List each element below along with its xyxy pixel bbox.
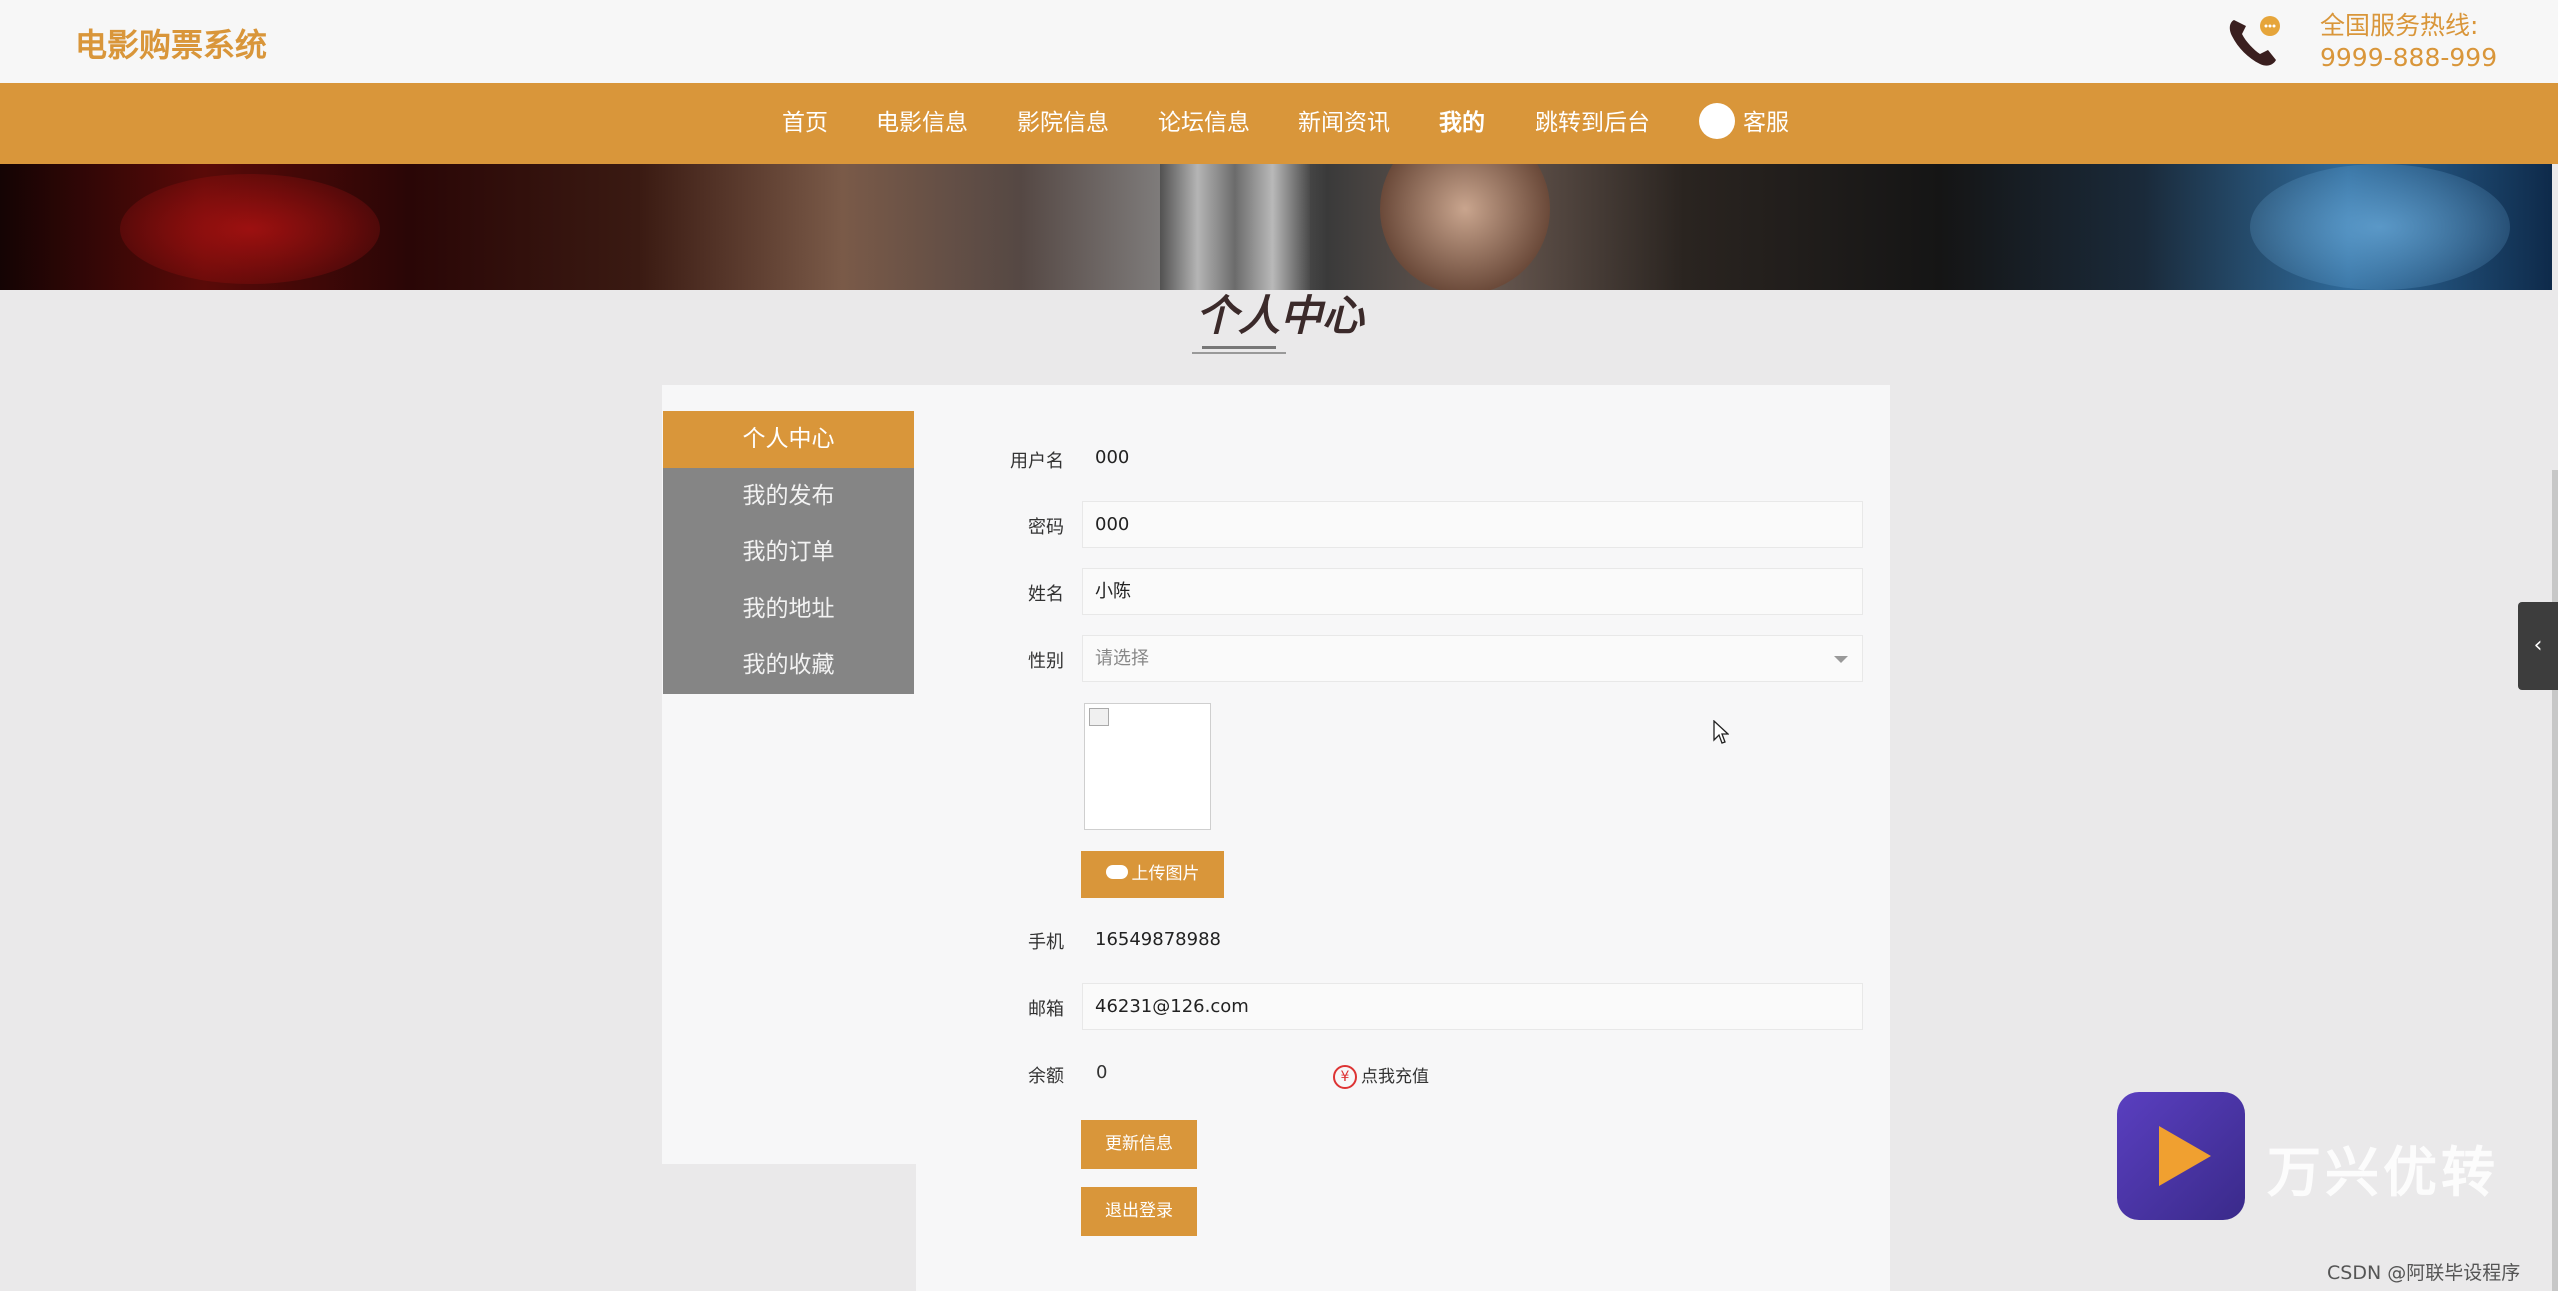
hotline-label: 全国服务热线:	[2320, 11, 2479, 40]
name-label: 姓名	[1028, 584, 1064, 605]
nav-item-service[interactable]: 客服	[1699, 83, 1789, 164]
top-header: 电影购票系统 全国服务热线: 9999-888-999	[0, 0, 2558, 83]
recharge-link[interactable]: ¥ 点我充值	[1333, 1062, 1429, 1089]
sidebar-item-address[interactable]: 我的地址	[663, 580, 914, 637]
balance-label: 余额	[1028, 1066, 1064, 1087]
name-field[interactable]: 小陈	[1082, 568, 1863, 615]
nav-item-news[interactable]: 新闻资讯	[1298, 83, 1390, 164]
scrollbar[interactable]	[2552, 470, 2558, 1291]
site-title[interactable]: 电影购票系统	[75, 20, 267, 66]
title-underline	[1192, 352, 1286, 354]
sidebar-item-favorites[interactable]: 我的收藏	[663, 637, 914, 694]
password-field[interactable]: 000	[1082, 501, 1863, 548]
sidebar-item-profile[interactable]: 个人中心	[663, 411, 914, 468]
watermark-logo	[2117, 1092, 2245, 1220]
upload-image-label: 上传图片	[1131, 864, 1200, 884]
broken-image-icon	[1089, 708, 1109, 726]
watermark-text: 万兴优转	[2267, 1141, 2499, 1204]
email-label: 邮箱	[1028, 999, 1064, 1020]
update-info-button[interactable]: 更新信息	[1081, 1120, 1197, 1169]
gender-select[interactable]: 请选择	[1082, 635, 1863, 682]
username-field[interactable]: 000	[1082, 434, 1863, 481]
phone-field[interactable]: 16549878988	[1082, 916, 1863, 963]
nav-item-forum[interactable]: 论坛信息	[1158, 83, 1250, 164]
phone-icon	[2229, 16, 2280, 66]
upload-image-button[interactable]: 上传图片	[1081, 851, 1224, 898]
nav-item-movies[interactable]: 电影信息	[876, 83, 968, 164]
avatar-preview	[1084, 703, 1211, 830]
chevron-down-icon	[1834, 656, 1848, 663]
balance-value: 0	[1096, 1062, 1108, 1083]
username-label: 用户名	[1010, 451, 1064, 472]
email-field[interactable]: 46231@126.com	[1082, 983, 1863, 1030]
csdn-credit: CSDN @阿联毕设程序	[2327, 1262, 2521, 1284]
page-title: 个人中心	[1195, 291, 1364, 340]
password-label: 密码	[1028, 517, 1064, 538]
mouse-cursor-icon	[1713, 720, 1729, 744]
nav-item-admin[interactable]: 跳转到后台	[1535, 83, 1650, 164]
wechat-icon	[1699, 102, 1735, 139]
hotline-number: 9999-888-999	[2320, 43, 2498, 72]
user-sidebar: 个人中心 我的发布 我的订单 我的地址 我的收藏	[663, 411, 914, 694]
phone-label: 手机	[1028, 932, 1064, 953]
yen-icon: ¥	[1333, 1065, 1357, 1089]
gender-label: 性别	[1028, 651, 1064, 672]
title-underline	[1202, 346, 1276, 349]
sidebar-item-posts[interactable]: 我的发布	[663, 467, 914, 524]
gender-placeholder: 请选择	[1095, 648, 1149, 669]
nav-item-mine[interactable]: 我的	[1439, 83, 1485, 164]
nav-item-cinemas[interactable]: 影院信息	[1017, 83, 1109, 164]
logout-button[interactable]: 退出登录	[1081, 1187, 1197, 1236]
nav-item-home[interactable]: 首页	[782, 83, 828, 164]
recharge-label: 点我充值	[1361, 1067, 1429, 1087]
chevron-left-icon[interactable]: ‹	[2518, 602, 2558, 690]
banner-image	[0, 164, 2552, 290]
sidebar-item-orders[interactable]: 我的订单	[663, 524, 914, 581]
hotline: 全国服务热线: 9999-888-999	[2320, 10, 2497, 74]
main-nav: 首页 电影信息 影院信息 论坛信息 新闻资讯 我的 跳转到后台 客服	[0, 83, 2558, 164]
cloud-upload-icon	[1105, 865, 1128, 879]
nav-item-service-label: 客服	[1743, 110, 1789, 136]
